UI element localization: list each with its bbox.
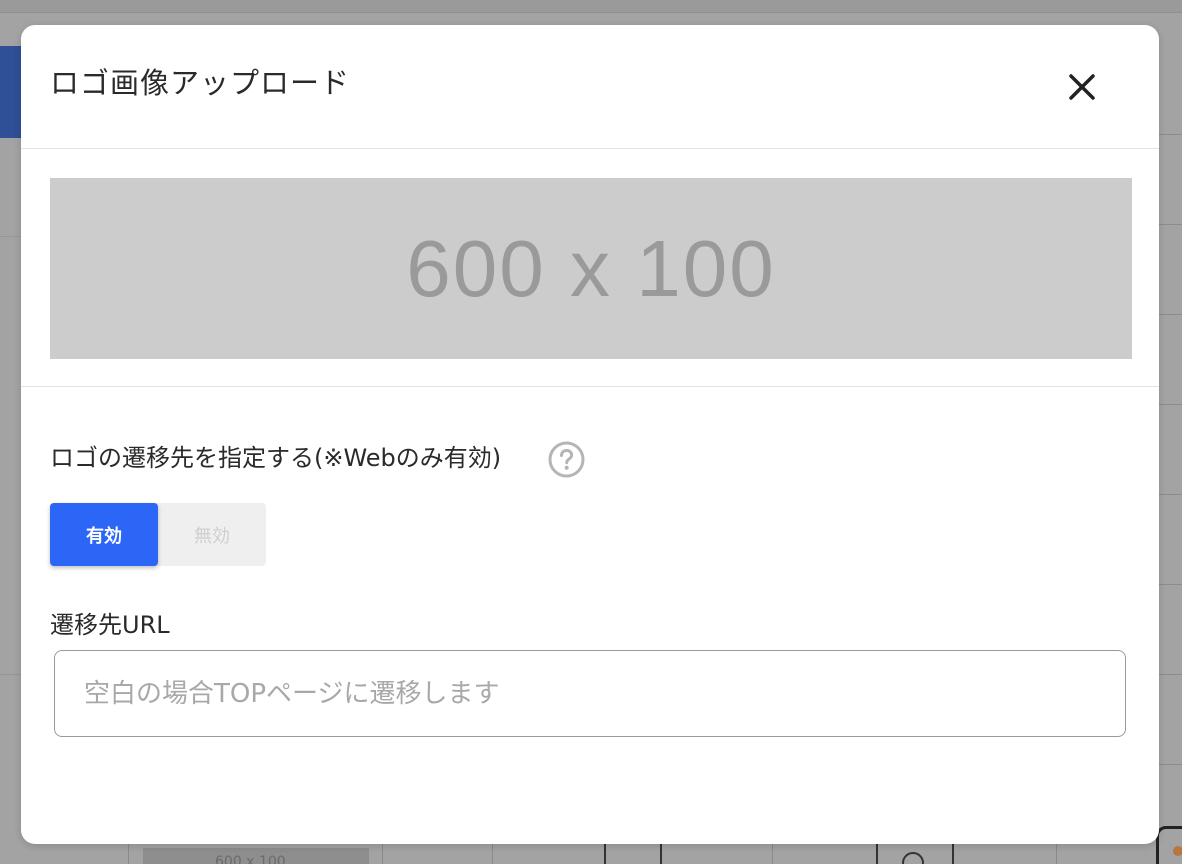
link-setting-label: ロゴの遷移先を指定する(※Webのみ有効)	[50, 444, 502, 472]
modal-title: ロゴ画像アップロード	[50, 66, 351, 100]
logo-preview-section: 600 x 100	[21, 149, 1159, 387]
background-status-dot	[1173, 846, 1182, 856]
close-icon	[1069, 74, 1095, 100]
background-row-divider	[1158, 494, 1182, 495]
background-thumbnail-text: 600 x 100	[215, 854, 286, 864]
background-row-divider	[1158, 134, 1182, 135]
background-column-divider	[492, 844, 493, 864]
logo-preview-image[interactable]: 600 x 100	[50, 178, 1132, 359]
background-column-divider	[604, 844, 606, 864]
background-row-divider	[0, 236, 22, 237]
close-button[interactable]	[1061, 66, 1103, 108]
background-column-divider	[382, 844, 383, 864]
background-row-divider	[1158, 224, 1182, 225]
background-row-divider	[1158, 584, 1182, 585]
background-column-divider	[660, 844, 662, 864]
logo-preview-placeholder: 600 x 100	[406, 223, 776, 313]
background-card	[1156, 826, 1182, 864]
toggle-disabled-button[interactable]: 無効	[158, 503, 266, 566]
modal-header: ロゴ画像アップロード	[21, 25, 1159, 149]
background-row-divider	[1158, 764, 1182, 765]
background-row-divider	[1158, 314, 1182, 315]
question-circle-icon	[548, 441, 585, 478]
toggle-enabled-button[interactable]: 有効	[50, 503, 158, 566]
background-topbar	[0, 0, 1182, 13]
url-input[interactable]	[54, 650, 1126, 737]
background-row-divider	[1158, 674, 1182, 675]
background-row-divider	[0, 674, 22, 675]
background-column-divider	[128, 844, 129, 864]
link-toggle-group: 有効 無効	[50, 503, 266, 566]
background-row-divider	[1158, 404, 1182, 405]
background-column-divider	[1056, 844, 1057, 864]
logo-upload-modal: ロゴ画像アップロード 600 x 100 ロゴの遷移先を指定する(※Webのみ有…	[21, 25, 1159, 844]
help-button[interactable]	[548, 441, 585, 478]
background-column-divider	[772, 844, 773, 864]
url-field-label: 遷移先URL	[50, 611, 170, 639]
